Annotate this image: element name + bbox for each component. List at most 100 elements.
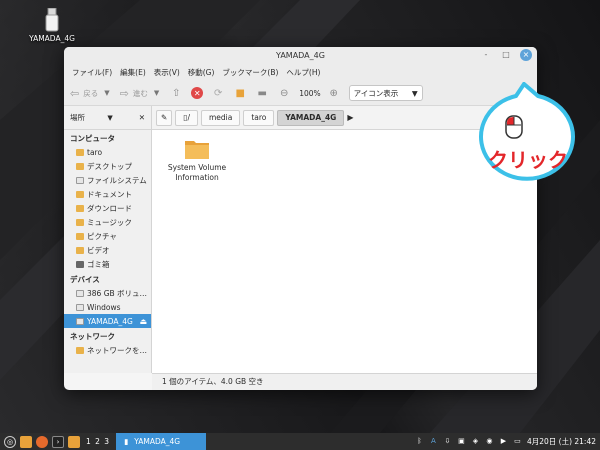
zoom-in-icon[interactable]: ⊕ bbox=[327, 86, 341, 100]
sidebar-item-windows[interactable]: Windows bbox=[64, 300, 151, 314]
folder-icon bbox=[76, 218, 84, 226]
bluetooth-icon[interactable]: ᛒ bbox=[415, 437, 424, 446]
folder-icon bbox=[76, 204, 84, 212]
network-icon[interactable]: ◉ bbox=[485, 437, 494, 446]
taskbar-window-label: YAMADA_4G bbox=[134, 437, 181, 446]
section-network: ネットワーク bbox=[70, 332, 115, 341]
chevron-right-icon[interactable]: ▶ bbox=[347, 113, 353, 122]
folder-icon bbox=[76, 190, 84, 198]
sidebar-item-volume[interactable]: 386 GB ボリュ… bbox=[64, 286, 151, 300]
mouse-icon bbox=[505, 115, 523, 139]
battery-icon[interactable]: ▭ bbox=[513, 437, 522, 446]
input-method-icon[interactable]: A bbox=[429, 437, 438, 446]
sidebar-item-label: ドキュメント bbox=[87, 189, 132, 199]
sidebar-item-label: ビデオ bbox=[87, 245, 110, 255]
files-launcher-icon[interactable] bbox=[20, 435, 32, 448]
view-mode-value: アイコン表示 bbox=[353, 88, 399, 98]
sidebar: 場所 ▼ ✕ コンピュータ taro デスクトップ ファイルシステム ドキュメン… bbox=[64, 106, 152, 373]
desktop-usb-drive[interactable]: YAMADA_4G bbox=[20, 8, 84, 43]
menu-view[interactable]: 表示(V) bbox=[150, 67, 184, 78]
taskbar-window-yamada[interactable]: ▮ YAMADA_4G bbox=[116, 433, 207, 450]
chevron-down-icon: ▼ bbox=[107, 114, 113, 122]
reload-icon[interactable]: ⟳ bbox=[211, 86, 225, 100]
taskbar: ◎ › 1 2 3 ▮ YAMADA_4G ᛒ A ⇩ ▣ ◈ ◉ ▶ ▭ 4月… bbox=[0, 433, 600, 450]
menu-edit[interactable]: 編集(E) bbox=[116, 67, 150, 78]
menu-bookmarks[interactable]: ブックマーク(B) bbox=[218, 67, 282, 78]
back-history-chevron-icon[interactable]: ▼ bbox=[104, 89, 109, 97]
sidebar-item-label: 386 GB ボリュ… bbox=[87, 288, 148, 298]
sidebar-item-label: Windows bbox=[87, 302, 121, 312]
eject-icon[interactable]: ⏏ bbox=[139, 317, 147, 326]
shield-icon[interactable]: ◈ bbox=[471, 437, 480, 446]
folder-launcher-icon[interactable] bbox=[68, 435, 80, 448]
statusbar: 1 個のアイテム、4.0 GB 空き bbox=[152, 373, 537, 390]
workspace-switcher[interactable]: 1 2 3 bbox=[86, 437, 110, 446]
sidebar-item-music[interactable]: ミュージック bbox=[64, 215, 151, 229]
edit-location-icon[interactable]: ✎ bbox=[156, 109, 173, 126]
start-menu-icon[interactable]: ◎ bbox=[4, 435, 16, 448]
breadcrumb-yamada[interactable]: YAMADA_4G bbox=[277, 109, 345, 126]
clipboard-icon[interactable]: ▣ bbox=[457, 437, 466, 446]
sidebar-places-select[interactable]: 場所 ▼ bbox=[70, 112, 113, 123]
breadcrumb-media[interactable]: media bbox=[200, 109, 241, 126]
sidebar-item-taro[interactable]: taro bbox=[64, 145, 151, 159]
chevron-down-icon: ▼ bbox=[411, 88, 418, 98]
sidebar-item-yamada[interactable]: YAMADA_4G ⏏ bbox=[64, 314, 151, 328]
sidebar-item-pictures[interactable]: ピクチャ bbox=[64, 229, 151, 243]
callout-label: クリック bbox=[488, 148, 568, 172]
sidebar-item-videos[interactable]: ビデオ bbox=[64, 243, 151, 257]
section-computer: コンピュータ bbox=[70, 134, 115, 143]
terminal-icon[interactable]: › bbox=[52, 435, 64, 448]
sidebar-item-downloads[interactable]: ダウンロード bbox=[64, 201, 151, 215]
home-folder-icon[interactable]: ■ bbox=[233, 86, 247, 100]
sidebar-item-label: ミュージック bbox=[87, 217, 132, 227]
home-folder-icon bbox=[76, 148, 84, 156]
sidebar-item-network[interactable]: ネットワークを… bbox=[64, 343, 151, 357]
usb-drive-icon: ▮ bbox=[124, 437, 129, 446]
up-arrow-icon[interactable]: ⇧ bbox=[169, 86, 183, 100]
drive-icon bbox=[76, 289, 84, 297]
back-button[interactable]: ⇦ 戻る bbox=[70, 87, 98, 100]
minimize-button[interactable]: - bbox=[480, 49, 492, 61]
menu-help[interactable]: ヘルプ(H) bbox=[282, 67, 324, 78]
firefox-icon[interactable] bbox=[36, 435, 48, 448]
menu-go[interactable]: 移動(G) bbox=[184, 67, 219, 78]
clock[interactable]: 4月20日 (土) 21:42 bbox=[527, 436, 596, 447]
forward-button[interactable]: ⇨ 進む bbox=[120, 87, 148, 100]
update-icon[interactable]: ⇩ bbox=[443, 437, 452, 446]
sidebar-item-label: taro bbox=[87, 147, 103, 157]
back-arrow-icon: ⇦ bbox=[70, 86, 80, 100]
volume-icon[interactable]: ▶ bbox=[499, 437, 508, 446]
folder-icon bbox=[76, 232, 84, 240]
forward-history-chevron-icon[interactable]: ▼ bbox=[154, 89, 159, 97]
sidebar-item-trash[interactable]: ゴミ箱 bbox=[64, 257, 151, 271]
sidebar-item-label: ダウンロード bbox=[87, 203, 132, 213]
system-tray: ᛒ A ⇩ ▣ ◈ ◉ ▶ ▭ 4月20日 (土) 21:42 bbox=[415, 436, 600, 447]
view-mode-select[interactable]: アイコン表示 ▼ bbox=[348, 85, 423, 101]
sidebar-item-documents[interactable]: ドキュメント bbox=[64, 187, 151, 201]
sidebar-item-label: デスクトップ bbox=[87, 161, 132, 171]
breadcrumb-taro[interactable]: taro bbox=[243, 109, 275, 126]
forward-arrow-icon: ⇨ bbox=[119, 86, 129, 100]
sidebar-item-label: ネットワークを… bbox=[87, 345, 147, 355]
maximize-button[interactable]: □ bbox=[500, 49, 512, 61]
drive-icon bbox=[76, 176, 84, 184]
folder-icon bbox=[185, 141, 209, 159]
window-titlebar[interactable]: YAMADA_4G - □ × bbox=[64, 47, 537, 64]
stop-icon[interactable]: ✕ bbox=[191, 87, 204, 99]
menu-file[interactable]: ファイル(F) bbox=[68, 67, 116, 78]
zoom-level: 100% bbox=[299, 88, 321, 98]
sidebar-item-desktop[interactable]: デスクトップ bbox=[64, 159, 151, 173]
desktop-usb-label: YAMADA_4G bbox=[29, 34, 75, 43]
breadcrumb-root[interactable]: ▯ / bbox=[175, 109, 198, 126]
close-button[interactable]: × bbox=[520, 49, 532, 61]
file-item[interactable]: System Volume Information bbox=[166, 138, 228, 183]
zoom-out-icon[interactable]: ⊖ bbox=[277, 86, 291, 100]
sidebar-item-label: ゴミ箱 bbox=[87, 259, 110, 269]
computer-icon[interactable]: ▬ bbox=[255, 86, 269, 100]
forward-label: 進む bbox=[132, 88, 148, 98]
drive-icon bbox=[76, 303, 84, 311]
usb-drive-icon bbox=[45, 8, 59, 32]
sidebar-close-icon[interactable]: ✕ bbox=[139, 113, 145, 122]
sidebar-item-filesystem[interactable]: ファイルシステム bbox=[64, 173, 151, 187]
